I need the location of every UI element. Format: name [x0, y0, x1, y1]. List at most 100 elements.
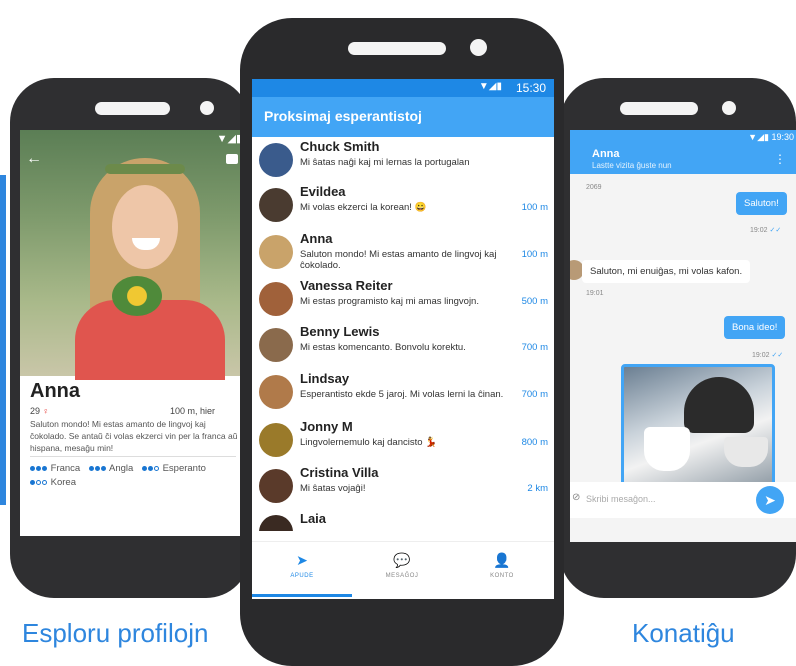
level-dot	[141, 465, 147, 471]
divider	[30, 456, 236, 457]
more-menu-icon[interactable]: ⋮	[774, 152, 786, 166]
page-title: Proksimaj esperantistoj	[264, 108, 422, 124]
photo-cup	[644, 427, 690, 471]
caption-right: Konatiĝu	[632, 618, 735, 648]
contact-message: Mi volas ekzerci la korean! 😀	[300, 202, 427, 213]
language-item: Korea	[30, 477, 76, 488]
speaker	[348, 42, 446, 55]
time-value: 19:30	[771, 132, 794, 142]
person-icon: 👤	[493, 552, 511, 568]
language-name: Angla	[108, 463, 134, 474]
profile-photo: ▼◢▮ ←	[20, 130, 246, 380]
nav-nearby[interactable]: ➤ APUDE	[252, 542, 352, 599]
contact-distance: 800 m	[521, 437, 548, 448]
send-button[interactable]: ➤	[756, 486, 784, 514]
back-arrow-icon[interactable]: ←	[26, 150, 42, 168]
message-input[interactable]: Skribi mesaĝon...	[586, 494, 656, 504]
speaker	[620, 102, 698, 115]
avatar	[259, 188, 293, 222]
shared-photo[interactable]	[621, 364, 775, 490]
avatar	[259, 282, 293, 316]
chat-screen: ▼◢▮ 19:30 Anna Lastte vizita ĝuste nun ⋮…	[570, 130, 796, 542]
contact-distance: 500 m	[521, 296, 548, 307]
contact-message: Esperantisto ekde 5 jaroj. Mi volas lern…	[300, 389, 504, 400]
avatar	[259, 328, 293, 362]
photo-crown	[105, 164, 185, 174]
message-outgoing: Bona ideo!	[724, 316, 786, 339]
status-time: 15:30	[515, 81, 546, 95]
status-icons: ▼◢▮	[216, 133, 242, 145]
level-dot	[42, 479, 47, 485]
camera	[470, 39, 487, 56]
contact-row[interactable]: Benny Lewis Mi estas komencanto. Bonvolu …	[252, 322, 554, 368]
contact-row[interactable]: Jonny M Lingvolernemulo kaj dancisto 💃 800…	[252, 417, 554, 463]
attach-icon[interactable]: ⊘	[572, 492, 580, 503]
level-dot	[153, 465, 159, 471]
contact-distance: 700 m	[521, 342, 548, 353]
level-dot	[30, 479, 35, 485]
chat-title: Anna	[592, 148, 620, 160]
language-name: Korea	[50, 477, 76, 488]
chat-header: ▼◢▮ 19:30 Anna Lastte vizita ĝuste nun ⋮	[570, 130, 796, 174]
language-item: Angla	[88, 463, 134, 474]
camera	[722, 101, 736, 115]
profile-age: 29 ♀	[30, 406, 49, 416]
contact-name: Lindsay	[300, 371, 350, 386]
contact-name: Anna	[300, 231, 333, 246]
read-check-icon: ✓✓	[769, 227, 782, 234]
avatar	[259, 235, 293, 269]
status-bar: ▼◢▮ 15:30	[252, 79, 554, 97]
level-dot	[36, 479, 41, 485]
contact-name: Vanessa Reiter	[300, 278, 393, 293]
avatar	[259, 469, 293, 503]
contact-row[interactable]: Evildea Mi volas ekzerci la korean! 😀 100 …	[252, 182, 554, 228]
avatar	[259, 143, 293, 177]
contact-distance: 2 km	[527, 483, 548, 494]
level-dot	[94, 465, 100, 471]
contact-row[interactable]: Vanessa Reiter Mi estas programisto kaj m…	[252, 276, 554, 322]
nav-account[interactable]: 👤 KONTO	[452, 542, 552, 599]
contact-name: Benny Lewis	[300, 324, 380, 339]
message-meta: 19:02 ✓✓	[752, 351, 783, 359]
chat-icon[interactable]	[226, 154, 238, 164]
contact-row[interactable]: Anna Saluton mondo! Mi estas amanto de li…	[252, 229, 554, 275]
message-incoming: Saluton, mi enuiĝas, mi volas kafon.	[582, 260, 751, 283]
contact-name: Chuck Smith	[300, 139, 380, 154]
contact-name: Cristina Villa	[300, 465, 379, 480]
contact-message: Mi estas komencanto. Bonvolu korektu.	[300, 342, 466, 353]
photo-cup	[724, 437, 768, 467]
avatar	[259, 375, 293, 409]
photo-flowers	[112, 276, 162, 316]
level-dot	[36, 465, 41, 471]
level-dot	[100, 465, 106, 471]
profile-bio: Saluton mondo! Mi estas amanto de lingvo…	[30, 419, 238, 453]
navigation-arrow-icon: ➤	[296, 552, 308, 568]
contact-name: Jonny M	[300, 419, 353, 434]
contact-row[interactable]: Chuck Smith Mi ŝatas naĝi kaj mi lernas l…	[252, 137, 554, 183]
read-check-icon: ✓✓	[771, 352, 784, 359]
chat-bubbles-icon: 💬	[393, 552, 411, 568]
level-dot	[88, 465, 94, 471]
active-indicator	[252, 594, 352, 597]
language-name: Franca	[50, 463, 81, 474]
age-value: 29	[30, 406, 41, 416]
contact-row[interactable]: Laia	[252, 509, 554, 531]
chat-subtitle: Lastte vizita ĝuste nun	[592, 161, 672, 170]
bottom-nav: ➤ APUDE 💬 MESAĜOJ 👤 KONTO	[252, 541, 554, 599]
female-icon: ♀	[42, 406, 50, 416]
contact-message: Mi ŝatas vojaĝi!	[300, 483, 366, 494]
level-dot	[42, 465, 47, 471]
camera	[200, 101, 214, 115]
right-phone: ▼◢▮ 19:30 Anna Lastte vizita ĝuste nun ⋮…	[560, 78, 796, 598]
caption-left: Esploru profilojn	[22, 618, 209, 648]
contact-message: Lingvolernemulo kaj dancisto 💃	[300, 437, 437, 448]
nav-messages[interactable]: 💬 MESAĜOJ	[352, 542, 452, 599]
avatar	[259, 515, 293, 531]
contact-row[interactable]: Lindsay Esperantisto ekde 5 jaroj. Mi vol…	[252, 369, 554, 415]
language-item: Franca	[30, 463, 80, 474]
contact-list: Chuck Smith Mi ŝatas naĝi kaj mi lernas l…	[252, 137, 554, 531]
contact-row[interactable]: Cristina Villa Mi ŝatas vojaĝi! 2 km	[252, 463, 554, 509]
contact-name: Laia	[300, 511, 327, 526]
nav-label: APUDE	[290, 573, 314, 579]
level-dot	[30, 465, 35, 471]
